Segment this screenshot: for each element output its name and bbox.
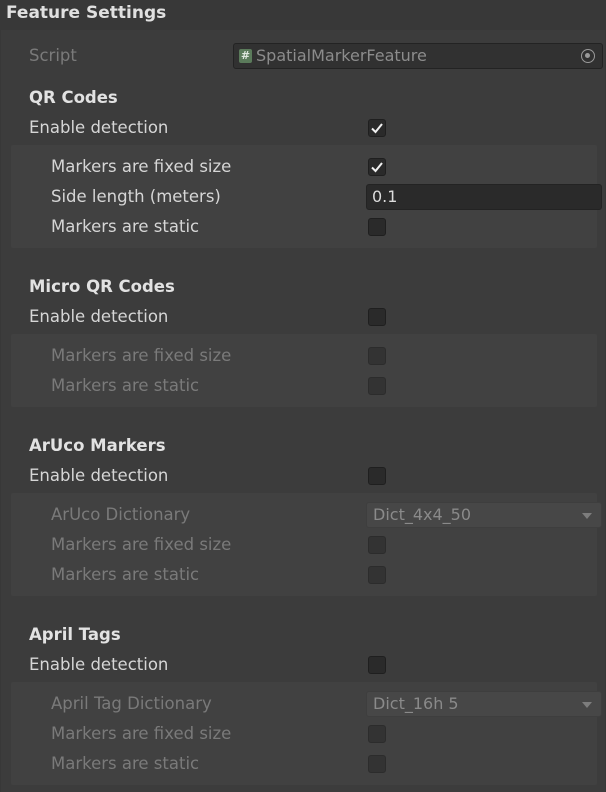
qr-static-checkbox[interactable] xyxy=(368,218,386,236)
april-enable-label: Enable detection xyxy=(29,655,169,674)
april-dictionary-dropdown[interactable]: Dict_16h 5 xyxy=(366,691,602,717)
aruco-dictionary-dropdown[interactable]: Dict_4x4_50 xyxy=(366,502,602,528)
april-static-label: Markers are static xyxy=(51,754,200,773)
script-value: SpatialMarkerFeature xyxy=(256,46,427,65)
feature-settings-header: Feature Settings xyxy=(6,3,167,23)
aruco-fixed-label: Markers are fixed size xyxy=(51,535,232,554)
qr-static-label: Markers are static xyxy=(51,217,200,236)
april-dictionary-value: Dict_16h 5 xyxy=(373,694,459,713)
dropdown-arrow-icon xyxy=(582,513,592,519)
aruco-fixed-checkbox[interactable] xyxy=(368,536,386,554)
qr-enable-label: Enable detection xyxy=(29,118,169,137)
aruco-enable-label: Enable detection xyxy=(29,466,169,485)
dropdown-arrow-icon xyxy=(582,702,592,708)
script-hash-icon: # xyxy=(239,49,252,63)
april-tags-title: April Tags xyxy=(29,625,121,644)
checkmark-icon xyxy=(371,162,383,173)
micro-qr-static-label: Markers are static xyxy=(51,376,200,395)
aruco-title: ArUco Markers xyxy=(29,436,166,455)
script-label: Script xyxy=(29,46,77,65)
qr-enable-checkbox[interactable] xyxy=(368,119,386,137)
script-object-field[interactable]: # SpatialMarkerFeature xyxy=(233,43,603,69)
aruco-static-label: Markers are static xyxy=(51,565,200,584)
micro-qr-title: Micro QR Codes xyxy=(29,277,175,296)
micro-qr-fixed-label: Markers are fixed size xyxy=(51,346,232,365)
object-picker-icon[interactable] xyxy=(581,49,595,63)
aruco-static-checkbox[interactable] xyxy=(368,566,386,584)
micro-qr-enable-label: Enable detection xyxy=(29,307,169,326)
qr-fixed-label: Markers are fixed size xyxy=(51,157,232,176)
qr-side-input[interactable]: 0.1 xyxy=(366,184,602,210)
aruco-enable-checkbox[interactable] xyxy=(368,467,386,485)
april-fixed-checkbox[interactable] xyxy=(368,725,386,743)
aruco-dict-label: ArUco Dictionary xyxy=(51,505,191,524)
checkmark-icon xyxy=(371,123,383,134)
april-fixed-label: Markers are fixed size xyxy=(51,724,232,743)
qr-fixed-checkbox[interactable] xyxy=(368,158,386,176)
april-static-checkbox[interactable] xyxy=(368,755,386,773)
qr-side-label: Side length (meters) xyxy=(51,187,221,206)
micro-qr-fixed-checkbox[interactable] xyxy=(368,347,386,365)
aruco-dictionary-value: Dict_4x4_50 xyxy=(373,505,472,524)
micro-qr-enable-checkbox[interactable] xyxy=(368,308,386,326)
april-dict-label: April Tag Dictionary xyxy=(51,694,212,713)
micro-qr-static-checkbox[interactable] xyxy=(368,377,386,395)
april-enable-checkbox[interactable] xyxy=(368,656,386,674)
qr-codes-title: QR Codes xyxy=(29,88,118,107)
